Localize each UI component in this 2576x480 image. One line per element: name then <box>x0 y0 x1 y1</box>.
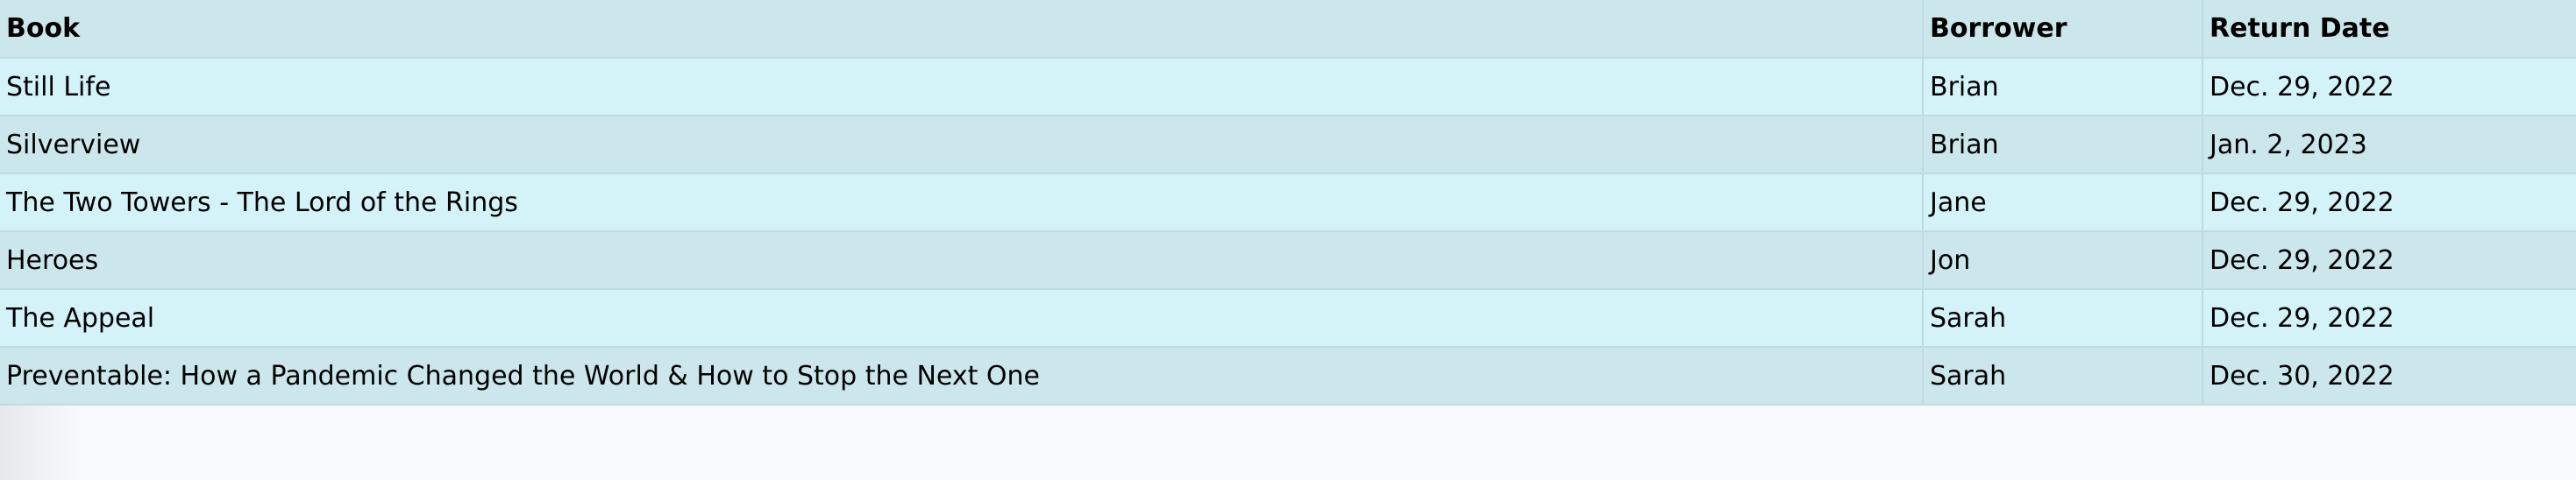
table-row: Still Life Brian Dec. 29, 2022 <box>0 58 2576 116</box>
borrower-cell: Brian <box>1922 58 2202 116</box>
return-date-cell: Dec. 29, 2022 <box>2202 173 2576 232</box>
page-edge-shadow <box>0 401 79 480</box>
column-header-book[interactable]: Book <box>0 0 1923 59</box>
table-row: The Appeal Sarah Dec. 29, 2022 <box>0 289 2576 348</box>
return-date-cell: Jan. 2, 2023 <box>2202 116 2576 174</box>
borrower-cell: Brian <box>1922 116 2202 174</box>
borrower-cell: Sarah <box>1922 347 2202 406</box>
book-cell: Preventable: How a Pandemic Changed the … <box>0 347 1923 406</box>
table-row: Preventable: How a Pandemic Changed the … <box>0 347 2576 406</box>
book-cell: Silverview <box>0 116 1923 174</box>
borrower-cell: Sarah <box>1922 289 2202 348</box>
table-body: Still Life Brian Dec. 29, 2022 Silvervie… <box>0 58 2576 406</box>
book-cell: The Appeal <box>0 289 1923 348</box>
table-row: The Two Towers - The Lord of the Rings J… <box>0 173 2576 232</box>
borrower-cell: Jon <box>1922 231 2202 290</box>
return-date-cell: Dec. 29, 2022 <box>2202 231 2576 290</box>
book-cell: Heroes <box>0 231 1923 290</box>
return-date-cell: Dec. 29, 2022 <box>2202 58 2576 116</box>
borrowed-books-table: Book Borrower Return Date Still Life Bri… <box>0 0 2576 406</box>
column-header-return-date[interactable]: Return Date <box>2202 0 2576 59</box>
header-row: Book Borrower Return Date <box>0 0 2576 59</box>
table-row: Heroes Jon Dec. 29, 2022 <box>0 231 2576 290</box>
borrower-cell: Jane <box>1922 173 2202 232</box>
return-date-cell: Dec. 29, 2022 <box>2202 289 2576 348</box>
table-row: Silverview Brian Jan. 2, 2023 <box>0 116 2576 174</box>
column-header-borrower[interactable]: Borrower <box>1922 0 2202 59</box>
book-cell: The Two Towers - The Lord of the Rings <box>0 173 1923 232</box>
return-date-cell: Dec. 30, 2022 <box>2202 347 2576 406</box>
book-cell: Still Life <box>0 58 1923 116</box>
table-header: Book Borrower Return Date <box>0 0 2576 59</box>
